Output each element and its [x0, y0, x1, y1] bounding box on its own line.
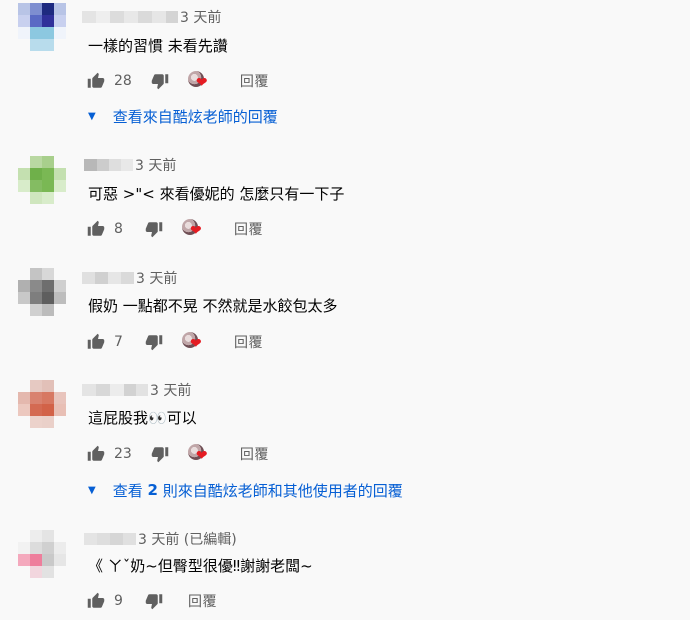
thumbs-up-icon[interactable] — [86, 71, 106, 91]
avatar[interactable] — [18, 156, 66, 204]
thumbs-down-icon[interactable] — [144, 591, 164, 611]
author-name[interactable] — [82, 272, 134, 284]
comment-text: 可惡 >"< 來看優妮的 怎麼只有一下子 — [88, 185, 345, 203]
thumbs-up-icon[interactable] — [86, 219, 106, 239]
comment-header: 3 天前 — [82, 8, 221, 26]
comment-actions: 28 ❤ 回覆 — [86, 70, 269, 92]
thumbs-down-icon[interactable] — [150, 71, 170, 91]
thumbs-down-icon[interactable] — [144, 219, 164, 239]
view-replies-count: 2 — [147, 481, 158, 499]
view-replies-suffix: 則來自酷炫老師和其他使用者的回覆 — [157, 481, 403, 500]
comment-header: 3 天前 — [82, 269, 177, 287]
thumbs-down-icon[interactable] — [144, 332, 164, 352]
comment-text: 這屁股我👀可以 — [88, 409, 197, 427]
reply-button[interactable]: 回覆 — [234, 332, 263, 352]
comment-timestamp[interactable]: 3 天前 — [150, 380, 191, 400]
thumbs-down-icon[interactable] — [150, 444, 170, 464]
comment-actions: 8 ❤ 回覆 — [86, 218, 263, 240]
comment-header: 3 天前 — [84, 156, 176, 174]
comment-timestamp[interactable]: 3 天前 — [135, 155, 176, 175]
comment-actions: 23 ❤ 回覆 — [86, 443, 269, 465]
avatar[interactable] — [18, 268, 66, 316]
caret-down-icon: ▼ — [88, 110, 96, 122]
comment-text: 一樣的習慣 未看先讚 — [88, 37, 228, 55]
reply-button[interactable]: 回覆 — [234, 219, 263, 239]
comment-actions: 9 回覆 — [86, 590, 217, 612]
like-count: 9 — [114, 593, 123, 609]
creator-heart-icon: ❤ — [187, 444, 210, 464]
comment-text: 《 ㄚˇ奶~但臀型很優‼謝謝老闆~ — [88, 557, 313, 575]
reply-button[interactable]: 回覆 — [188, 591, 217, 611]
reply-button[interactable]: 回覆 — [240, 444, 269, 464]
like-count: 8 — [114, 221, 123, 237]
avatar[interactable] — [18, 530, 66, 578]
reply-button[interactable]: 回覆 — [240, 71, 269, 91]
avatar[interactable] — [18, 380, 66, 428]
view-replies-button[interactable]: ▼ 查看 2 則來自酷炫老師和其他使用者的回覆 — [88, 480, 403, 500]
avatar[interactable] — [18, 3, 66, 51]
view-replies-prefix: 查看 — [112, 481, 148, 500]
author-name[interactable] — [84, 533, 136, 545]
author-name[interactable] — [82, 11, 178, 23]
like-count: 28 — [114, 73, 132, 89]
creator-heart-icon: ❤ — [182, 219, 204, 239]
author-name[interactable] — [82, 384, 148, 396]
thumbs-up-icon[interactable] — [86, 444, 106, 464]
comment-text: 假奶 一點都不晃 不然就是水餃包太多 — [88, 297, 338, 315]
comment-actions: 7 ❤ 回覆 — [86, 331, 263, 353]
thumbs-up-icon[interactable] — [86, 591, 106, 611]
creator-heart-icon: ❤ — [187, 71, 210, 91]
author-name[interactable] — [84, 159, 133, 171]
comment-header: 3 天前 (已編輯) — [84, 530, 237, 548]
thumbs-up-icon[interactable] — [86, 332, 106, 352]
comment-timestamp[interactable]: 3 天前 (已編輯) — [138, 529, 237, 549]
comment-timestamp[interactable]: 3 天前 — [180, 7, 221, 27]
like-count: 7 — [114, 334, 123, 350]
like-count: 23 — [114, 446, 132, 462]
creator-heart-icon: ❤ — [182, 332, 204, 352]
comment-header: 3 天前 — [82, 381, 191, 399]
comment-timestamp[interactable]: 3 天前 — [136, 268, 177, 288]
view-replies-button[interactable]: ▼ 查看來自酷炫老師的回覆 — [88, 106, 278, 126]
view-replies-label: 查看來自酷炫老師的回覆 — [112, 107, 278, 126]
caret-down-icon: ▼ — [88, 484, 96, 496]
